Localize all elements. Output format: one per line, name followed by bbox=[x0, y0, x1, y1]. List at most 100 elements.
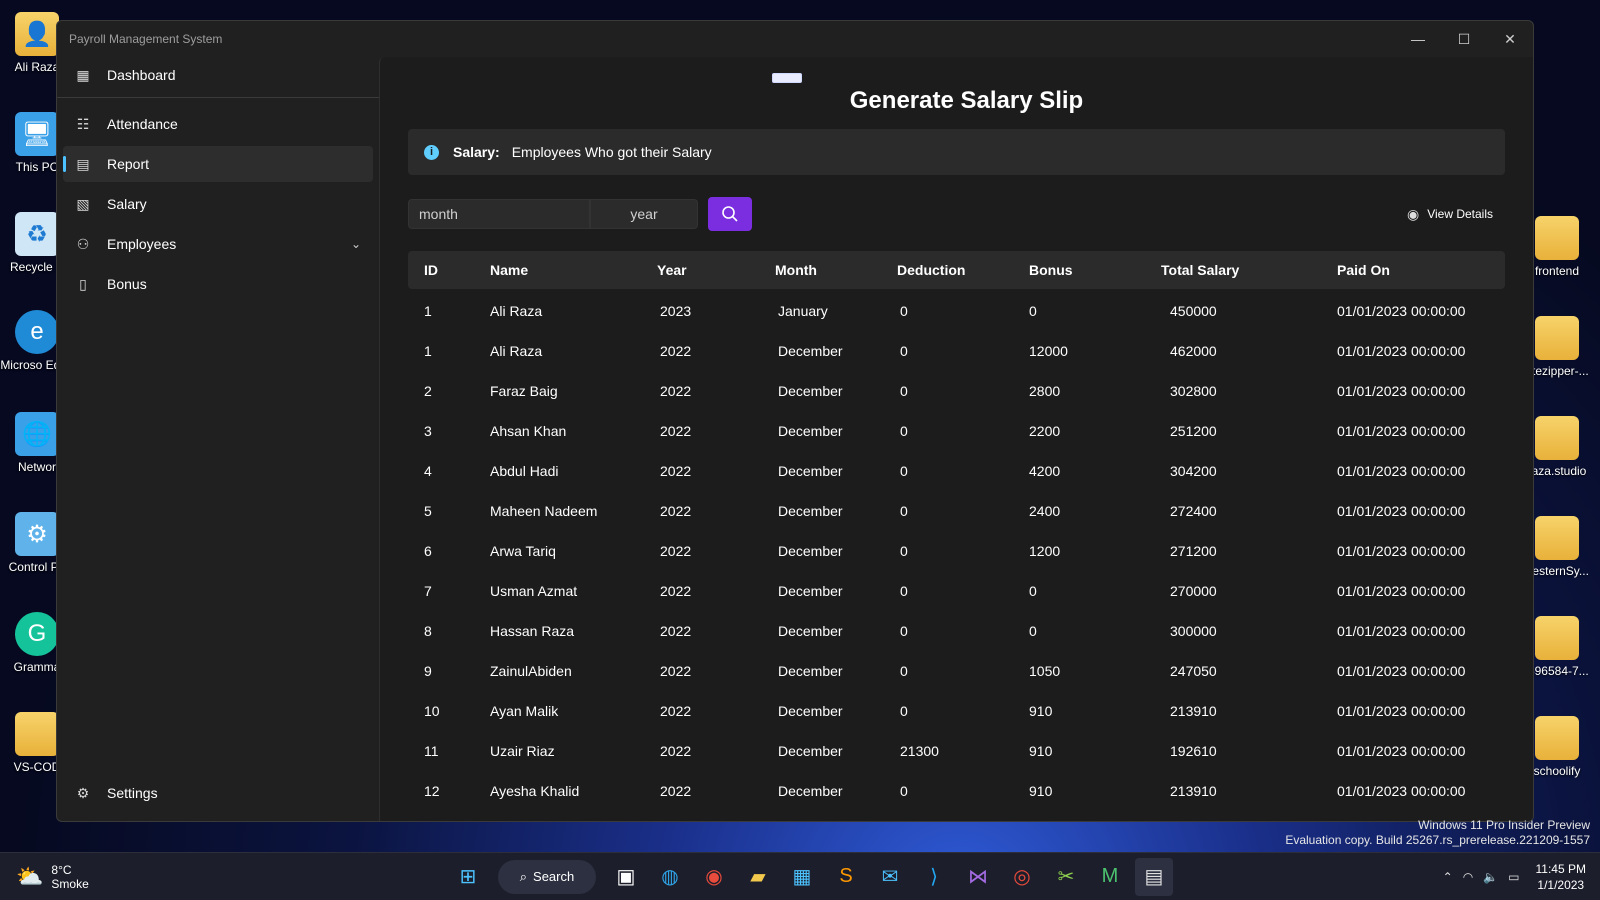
filter-bar: month year ◉ View Details bbox=[408, 197, 1505, 231]
cell-id: 11 bbox=[424, 743, 439, 759]
chrome-icon[interactable]: ◉ bbox=[695, 858, 733, 896]
weather-temp: 8°C bbox=[51, 862, 72, 877]
table-row[interactable]: 10 Ayan Malik 2022 December 0 910 213910 01/01/… bbox=[408, 691, 1505, 731]
search-button[interactable] bbox=[708, 197, 752, 231]
sidebar-item-salary[interactable]: ▧ Salary bbox=[63, 186, 373, 222]
info-title: Salary: bbox=[453, 144, 500, 160]
table-row[interactable]: 6 Arwa Tariq 2022 December 0 1200 271200 01/01/… bbox=[408, 531, 1505, 571]
sidebar-item-label: Attendance bbox=[107, 116, 178, 132]
cell-bonus: 910 bbox=[1029, 783, 1053, 799]
weather-icon: ⛅ bbox=[16, 863, 44, 889]
column-header-month[interactable]: Month bbox=[775, 262, 897, 278]
main-content: Generate Salary Slip i Salary: Employees… bbox=[379, 57, 1533, 821]
cell-total-salary: 271200 bbox=[1170, 543, 1217, 559]
battery-icon[interactable]: ▭ bbox=[1508, 870, 1519, 884]
wifi-icon[interactable]: ◠ bbox=[1463, 870, 1473, 884]
cell-deduction: 0 bbox=[900, 303, 908, 319]
cell-total-salary: 251200 bbox=[1170, 423, 1217, 439]
maximize-icon[interactable]: ☐ bbox=[1441, 31, 1487, 48]
table-row[interactable]: 1 Ali Raza 2022 December 0 12000 462000 01/01/2… bbox=[408, 331, 1505, 371]
drag-handle-icon[interactable] bbox=[772, 73, 802, 83]
sidebar-item-report[interactable]: ▤ Report bbox=[63, 146, 373, 182]
cell-deduction: 0 bbox=[900, 583, 908, 599]
chevron-up-icon[interactable]: ⌃ bbox=[1443, 870, 1453, 884]
table-row[interactable]: 5 Maheen Nadeem 2022 December 0 2400 272400 01/… bbox=[408, 491, 1505, 531]
mail-icon[interactable]: ✉ bbox=[871, 858, 909, 896]
clock[interactable]: 11:45 PM 1/1/2023 bbox=[1536, 861, 1586, 893]
cell-month: December bbox=[778, 663, 843, 679]
table-row[interactable]: 8 Hassan Raza 2022 December 0 0 300000 01/01/20… bbox=[408, 611, 1505, 651]
eye-icon: ◉ bbox=[1406, 205, 1420, 222]
snip-tool-icon[interactable]: ✂ bbox=[1047, 858, 1085, 896]
column-header-paid-on[interactable]: Paid On bbox=[1337, 262, 1497, 278]
payroll-app-icon[interactable]: ▤ bbox=[1135, 857, 1173, 896]
cell-month: December bbox=[778, 743, 843, 759]
sidebar-divider bbox=[57, 97, 379, 98]
column-header-total-salary[interactable]: Total Salary bbox=[1161, 262, 1337, 278]
window-title: Payroll Management System bbox=[69, 32, 223, 46]
cell-bonus: 0 bbox=[1029, 583, 1037, 599]
cell-bonus: 910 bbox=[1029, 743, 1053, 759]
volume-icon[interactable]: 🔈 bbox=[1483, 870, 1498, 884]
close-icon[interactable]: ✕ bbox=[1487, 31, 1533, 48]
mongodb-icon[interactable]: M bbox=[1091, 858, 1129, 896]
table-row[interactable]: 2 Faraz Baig 2022 December 0 2800 302800 01/01/… bbox=[408, 371, 1505, 411]
cell-name: Arwa Tariq bbox=[490, 543, 556, 559]
month-input[interactable]: month bbox=[408, 199, 590, 229]
sidebar-item-employees[interactable]: ⚇ Employees ⌄ bbox=[63, 226, 373, 262]
taskbar-search[interactable]: ⌕ Search bbox=[498, 859, 596, 894]
file-explorer-icon[interactable]: ▰ bbox=[739, 858, 777, 896]
cell-deduction: 0 bbox=[900, 783, 908, 799]
folder-icon bbox=[1535, 216, 1579, 260]
watermark-line-2: Evaluation copy. Build 25267.rs_prerelea… bbox=[1285, 833, 1590, 847]
column-header-year[interactable]: Year bbox=[657, 262, 775, 278]
sidebar-item-label: Bonus bbox=[107, 276, 147, 292]
chrome-dev-icon[interactable]: ◎ bbox=[1003, 858, 1041, 896]
sidebar-item-attendance[interactable]: ☷ Attendance bbox=[63, 106, 373, 142]
computer-icon: 🖥 bbox=[15, 112, 59, 156]
cell-paid-on: 01/01/2023 00:00:00 bbox=[1337, 463, 1466, 479]
view-details-button[interactable]: ◉ View Details bbox=[1407, 206, 1493, 223]
control-panel-icon: ⚙ bbox=[15, 512, 59, 556]
table-row[interactable]: 11 Uzair Riaz 2022 December 21300 910 192610 01… bbox=[408, 731, 1505, 771]
weather-widget[interactable]: ⛅ 8°C Smoke bbox=[16, 863, 89, 891]
table-row[interactable]: 3 Ahsan Khan 2022 December 0 2200 251200 01/01/… bbox=[408, 411, 1505, 451]
cell-paid-on: 01/01/2023 00:00:00 bbox=[1337, 663, 1466, 679]
sidebar-item-settings[interactable]: ⚙ Settings bbox=[63, 775, 373, 811]
cell-id: 1 bbox=[424, 343, 432, 359]
windows-watermark: Windows 11 Pro Insider Preview Evaluatio… bbox=[1285, 818, 1590, 848]
cell-bonus: 0 bbox=[1029, 623, 1037, 639]
year-input[interactable]: year bbox=[590, 199, 698, 229]
sidebar-item-label: Employees bbox=[107, 236, 177, 252]
cell-total-salary: 247050 bbox=[1170, 663, 1217, 679]
cell-year: 2022 bbox=[660, 703, 692, 719]
app-window: Payroll Management System — ☐ ✕ ▦ Dashbo… bbox=[56, 20, 1534, 822]
chevron-down-icon[interactable]: ⌄ bbox=[351, 237, 361, 251]
table-row[interactable]: 7 Usman Azmat 2022 December 0 0 270000 01/01/20… bbox=[408, 571, 1505, 611]
salary-table: ID Name Year Month Deduction Bonus Total… bbox=[408, 251, 1505, 817]
sidebar-item-bonus[interactable]: ▯ Bonus bbox=[63, 266, 373, 302]
title-bar[interactable]: Payroll Management System — ☐ ✕ bbox=[57, 21, 1533, 57]
sidebar-item-dashboard[interactable]: ▦ Dashboard bbox=[63, 57, 373, 93]
table-row[interactable]: 12 Ayesha Khalid 2022 December 0 910 213910 01/… bbox=[408, 771, 1505, 811]
column-header-bonus[interactable]: Bonus bbox=[1029, 262, 1161, 278]
edge-icon[interactable]: ◍ bbox=[651, 858, 689, 896]
task-view-icon[interactable]: ▣ bbox=[607, 858, 645, 896]
visual-studio-icon[interactable]: ⋈ bbox=[959, 858, 997, 896]
cell-year: 2022 bbox=[660, 343, 692, 359]
vscode-icon[interactable]: ⟩ bbox=[915, 858, 953, 896]
table-row[interactable]: 1 Ali Raza 2023 January 0 0 450000 01/01/2023 0… bbox=[408, 291, 1505, 331]
taskbar-apps: ⊞ ⌕ Search ▣ ◍ ◉ ▰ ▦ S ✉ ⟩ ⋈ ◎ ✂ M ▤ bbox=[446, 857, 1176, 896]
clock-time: 11:45 PM bbox=[1535, 861, 1586, 876]
column-header-id[interactable]: ID bbox=[408, 262, 490, 278]
minimize-icon[interactable]: — bbox=[1395, 31, 1441, 48]
table-row[interactable]: 4 Abdul Hadi 2022 December 0 4200 304200 01/01/… bbox=[408, 451, 1505, 491]
column-header-deduction[interactable]: Deduction bbox=[897, 262, 1029, 278]
column-header-name[interactable]: Name bbox=[490, 262, 657, 278]
sublime-icon[interactable]: S bbox=[827, 858, 865, 896]
table-row[interactable]: 9 ZainulAbiden 2022 December 0 1050 247050 01/0… bbox=[408, 651, 1505, 691]
store-icon[interactable]: ▦ bbox=[783, 858, 821, 896]
cell-month: December bbox=[778, 623, 843, 639]
start-icon[interactable]: ⊞ bbox=[449, 858, 487, 896]
search-icon: ⌕ bbox=[519, 868, 528, 884]
